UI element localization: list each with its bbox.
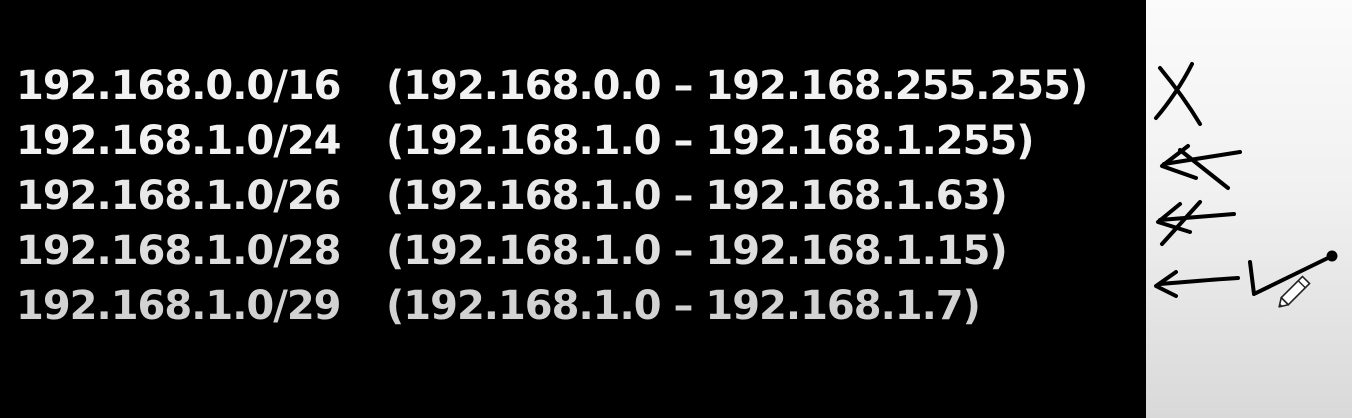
address-range: (192.168.1.0 – 192.168.1.7) bbox=[386, 283, 981, 329]
subnet-row: 192.168.1.0/26 (192.168.1.0 – 192.168.1.6… bbox=[16, 169, 1141, 224]
crossed-arrow bbox=[1160, 144, 1242, 190]
annotation-panel[interactable] bbox=[1146, 0, 1352, 418]
screen: 192.168.0.0/16 (192.168.0.0 – 192.168.255… bbox=[0, 0, 1352, 418]
subnet-row: 192.168.0.0/16 (192.168.0.0 – 192.168.255… bbox=[16, 59, 1141, 114]
address-range: (192.168.1.0 – 192.168.1.15) bbox=[386, 228, 1008, 274]
slide-panel: 192.168.0.0/16 (192.168.0.0 – 192.168.255… bbox=[0, 0, 1146, 418]
subnet-row: 192.168.1.0/24 (192.168.1.0 – 192.168.1.2… bbox=[16, 114, 1141, 169]
cidr-notation: 192.168.1.0/29 bbox=[16, 283, 342, 329]
handwriting-canvas[interactable] bbox=[1146, 0, 1352, 418]
cidr-notation: 192.168.1.0/26 bbox=[16, 173, 342, 219]
address-range: (192.168.0.0 – 192.168.255.255) bbox=[386, 63, 1088, 109]
arrow-check bbox=[1154, 250, 1338, 298]
crossed-arrow bbox=[1156, 200, 1236, 246]
subnet-row: 192.168.1.0/28 (192.168.1.0 – 192.168.1.1… bbox=[16, 224, 1141, 279]
address-range: (192.168.1.0 – 192.168.1.63) bbox=[386, 173, 1008, 219]
cidr-notation: 192.168.0.0/16 bbox=[16, 63, 342, 109]
subnet-row: 192.168.1.0/29 (192.168.1.0 – 192.168.1.7… bbox=[16, 279, 1141, 334]
cidr-notation: 192.168.1.0/24 bbox=[16, 118, 342, 164]
cross-mark bbox=[1154, 62, 1202, 126]
subnet-list: 192.168.0.0/16 (192.168.0.0 – 192.168.255… bbox=[16, 59, 1141, 334]
cidr-notation: 192.168.1.0/28 bbox=[16, 228, 342, 274]
address-range: (192.168.1.0 – 192.168.1.255) bbox=[386, 118, 1035, 164]
